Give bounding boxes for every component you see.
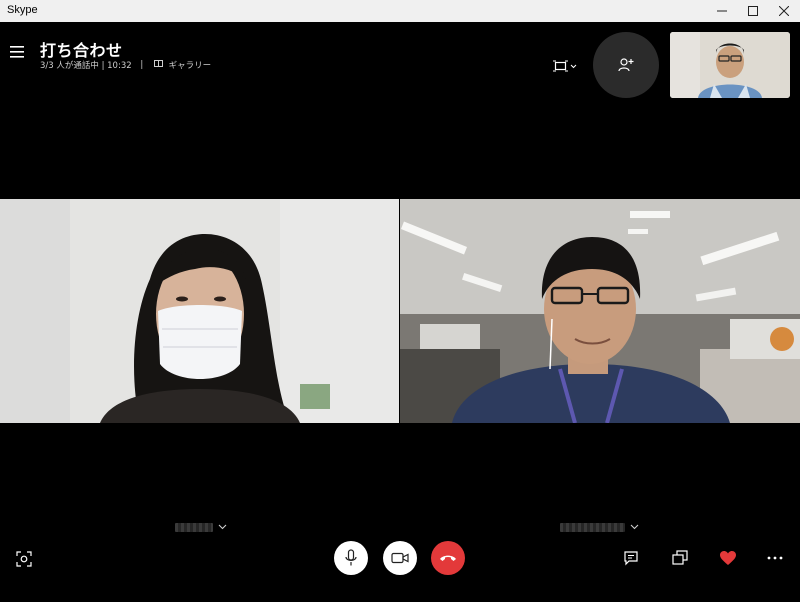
call-title: 打ち合わせ <box>40 41 123 60</box>
minimize-button[interactable] <box>707 0 737 22</box>
chat-icon <box>624 551 638 566</box>
gallery-icon <box>153 60 163 70</box>
close-button[interactable] <box>769 0 799 22</box>
participant-name-blurred <box>175 522 213 532</box>
self-video-preview[interactable] <box>670 32 790 98</box>
participant-1-image <box>0 199 399 423</box>
share-screen-button[interactable] <box>670 548 690 568</box>
end-call-icon <box>440 555 456 561</box>
share-screen-icon <box>672 550 688 565</box>
send-reaction-button[interactable] <box>717 547 739 569</box>
layout-icon <box>553 60 577 72</box>
screenshot-icon <box>16 551 32 567</box>
microphone-icon <box>345 549 357 566</box>
participant-name-1[interactable] <box>175 521 227 533</box>
add-person-icon <box>618 58 634 72</box>
view-mode-label[interactable]: ギャラリー <box>169 59 212 71</box>
participant-2-image <box>400 199 800 423</box>
participant-name-2[interactable] <box>560 521 639 533</box>
toggle-video-button[interactable] <box>383 541 417 575</box>
hamburger-icon <box>10 46 24 58</box>
call-stage: 打ち合わせ 3/3 人が通話中 | 10:32 | ギャラリー <box>0 22 800 602</box>
end-call-button[interactable] <box>431 541 465 575</box>
participant-video-1[interactable] <box>0 199 399 423</box>
window-title-bar: Skype <box>0 0 800 22</box>
call-status: 3/3 人が通話中 | 10:32 | ギャラリー <box>40 59 211 71</box>
status-separator: | <box>140 60 144 70</box>
mute-microphone-button[interactable] <box>334 541 368 575</box>
open-chat-button[interactable] <box>621 548 641 568</box>
heart-icon <box>720 551 736 565</box>
chevron-down-icon <box>218 524 227 530</box>
self-video-image <box>670 32 790 98</box>
window-title: Skype <box>7 4 38 16</box>
participant-video-2[interactable] <box>400 199 800 423</box>
more-options-button[interactable] <box>765 548 785 568</box>
snapshot-button[interactable] <box>14 549 34 569</box>
participant-name-blurred <box>560 522 625 532</box>
more-icon <box>767 556 783 560</box>
menu-button[interactable] <box>10 44 28 60</box>
maximize-icon <box>748 6 758 16</box>
add-participant-button[interactable] <box>593 32 659 98</box>
close-icon <box>779 6 789 16</box>
layout-selector-button[interactable] <box>553 58 579 72</box>
video-camera-icon <box>391 552 409 564</box>
participant-count: 3/3 人が通話中 | 10:32 <box>40 61 132 71</box>
minimize-icon <box>717 10 727 12</box>
maximize-button[interactable] <box>738 0 768 22</box>
chevron-down-icon <box>630 524 639 530</box>
